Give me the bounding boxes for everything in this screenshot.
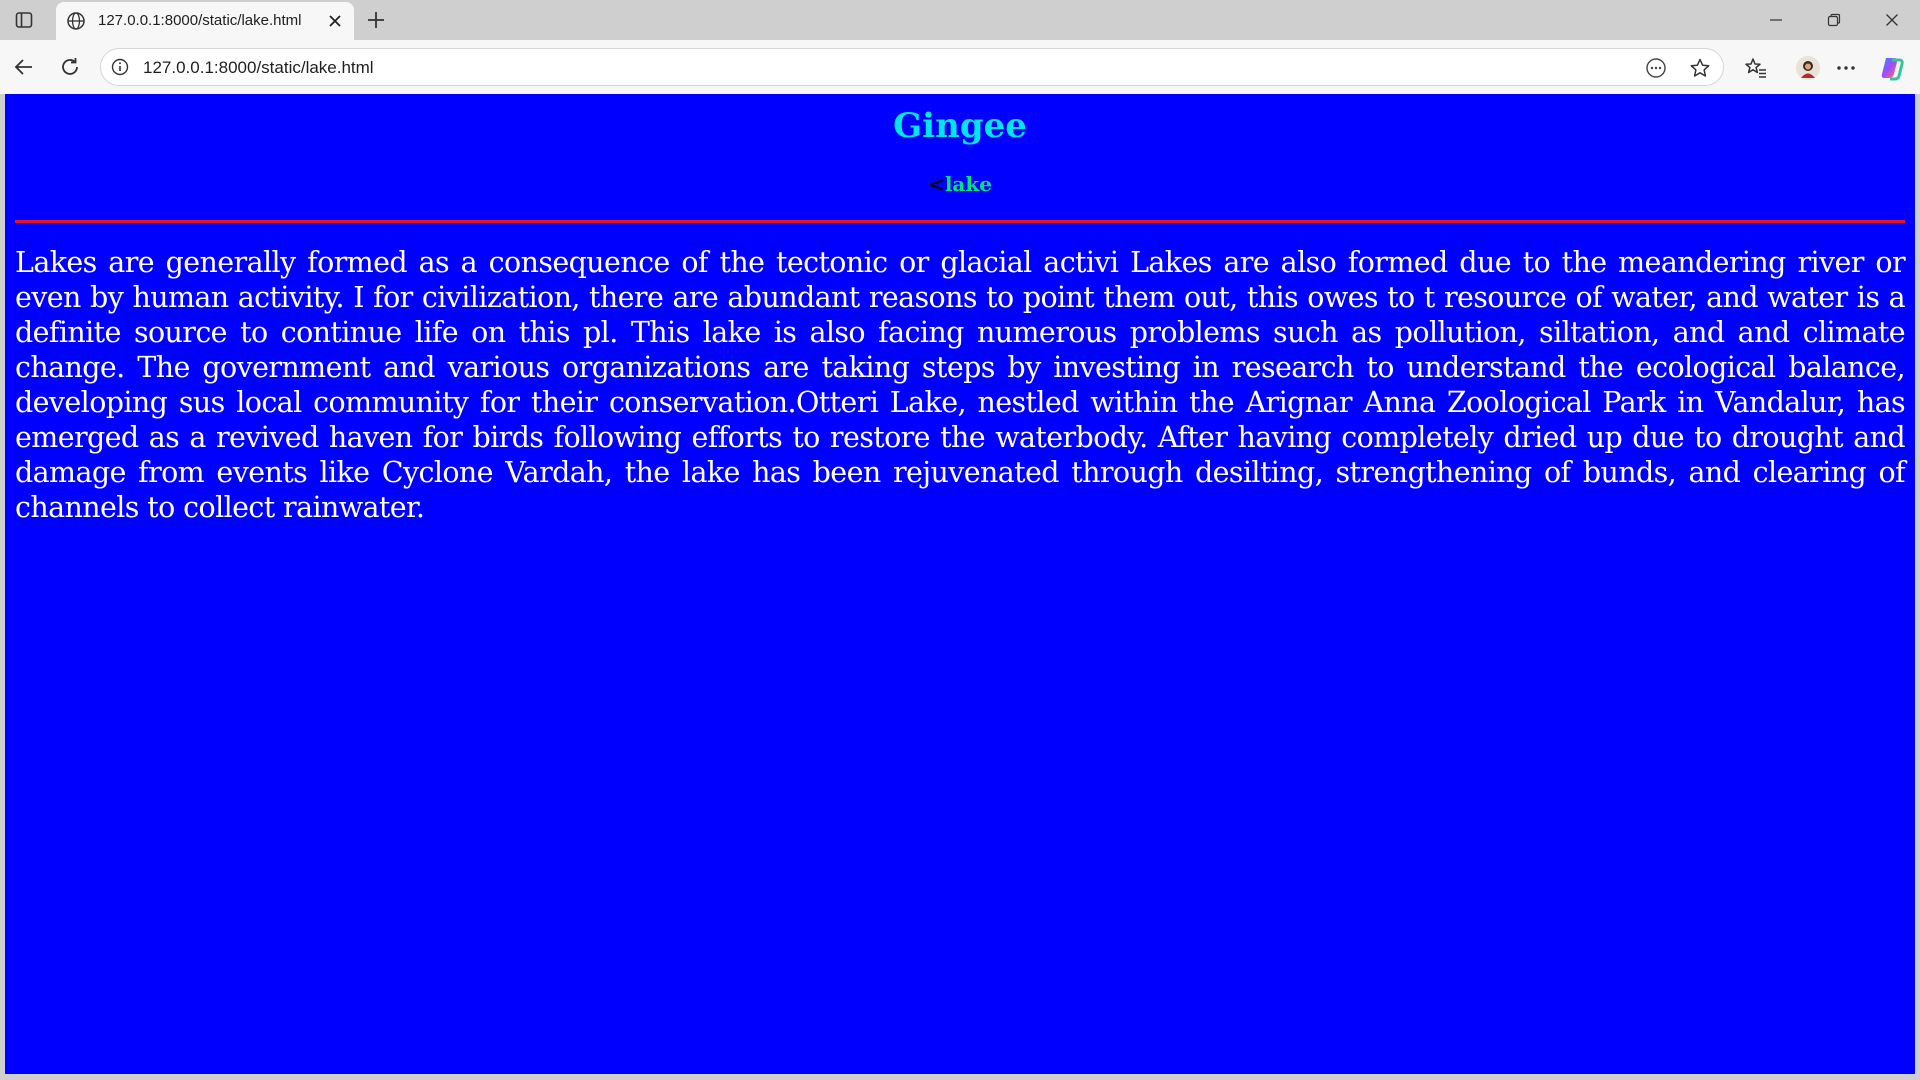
sidebar-toggle-icon[interactable] bbox=[12, 8, 36, 32]
subtitle-prefix: < bbox=[928, 172, 945, 196]
copilot-icon[interactable] bbox=[1878, 54, 1906, 82]
reload-icon bbox=[62, 58, 78, 75]
close-icon[interactable] bbox=[326, 12, 344, 30]
minimize-button[interactable] bbox=[1756, 6, 1796, 34]
star-icon[interactable] bbox=[1689, 57, 1711, 79]
plus-icon bbox=[368, 12, 384, 28]
window-close-button[interactable] bbox=[1872, 6, 1912, 34]
tab-title: 127.0.0.1:8000/static/lake.html bbox=[98, 12, 302, 29]
favorites-button[interactable] bbox=[1742, 54, 1770, 82]
address-bar[interactable]: 127.0.0.1:8000/static/lake.html bbox=[100, 48, 1724, 86]
subtitle-text: lake bbox=[944, 172, 992, 196]
divider bbox=[15, 220, 1905, 223]
page-viewport: Gingee <lake Lakes are generally formed … bbox=[5, 94, 1915, 1074]
more-button[interactable] bbox=[1832, 54, 1860, 82]
back-button[interactable] bbox=[10, 53, 38, 81]
url-text[interactable]: 127.0.0.1:8000/static/lake.html bbox=[143, 58, 374, 78]
profile-avatar[interactable] bbox=[1794, 54, 1822, 82]
restore-icon bbox=[1827, 13, 1841, 27]
minimize-icon bbox=[1770, 19, 1782, 21]
page-title: Gingee bbox=[893, 106, 1027, 146]
back-arrow-icon bbox=[14, 59, 32, 75]
navigation-toolbar: 127.0.0.1:8000/static/lake.html bbox=[0, 40, 1920, 94]
reload-button[interactable] bbox=[56, 53, 84, 81]
new-tab-button[interactable] bbox=[364, 8, 388, 32]
body-paragraph: Lakes are generally formed as a conseque… bbox=[15, 246, 1906, 524]
page-subtitle: <lake bbox=[5, 172, 1915, 196]
more-icon bbox=[1837, 66, 1855, 70]
close-icon bbox=[1886, 14, 1898, 26]
favorites-icon bbox=[1745, 58, 1766, 78]
tab-strip: 127.0.0.1:8000/static/lake.html bbox=[0, 0, 1920, 40]
globe-icon bbox=[66, 11, 86, 31]
browser-tab[interactable]: 127.0.0.1:8000/static/lake.html bbox=[56, 2, 354, 40]
reader-mode-icon[interactable] bbox=[1645, 57, 1667, 79]
info-icon[interactable] bbox=[111, 58, 129, 76]
restore-button[interactable] bbox=[1814, 6, 1854, 34]
